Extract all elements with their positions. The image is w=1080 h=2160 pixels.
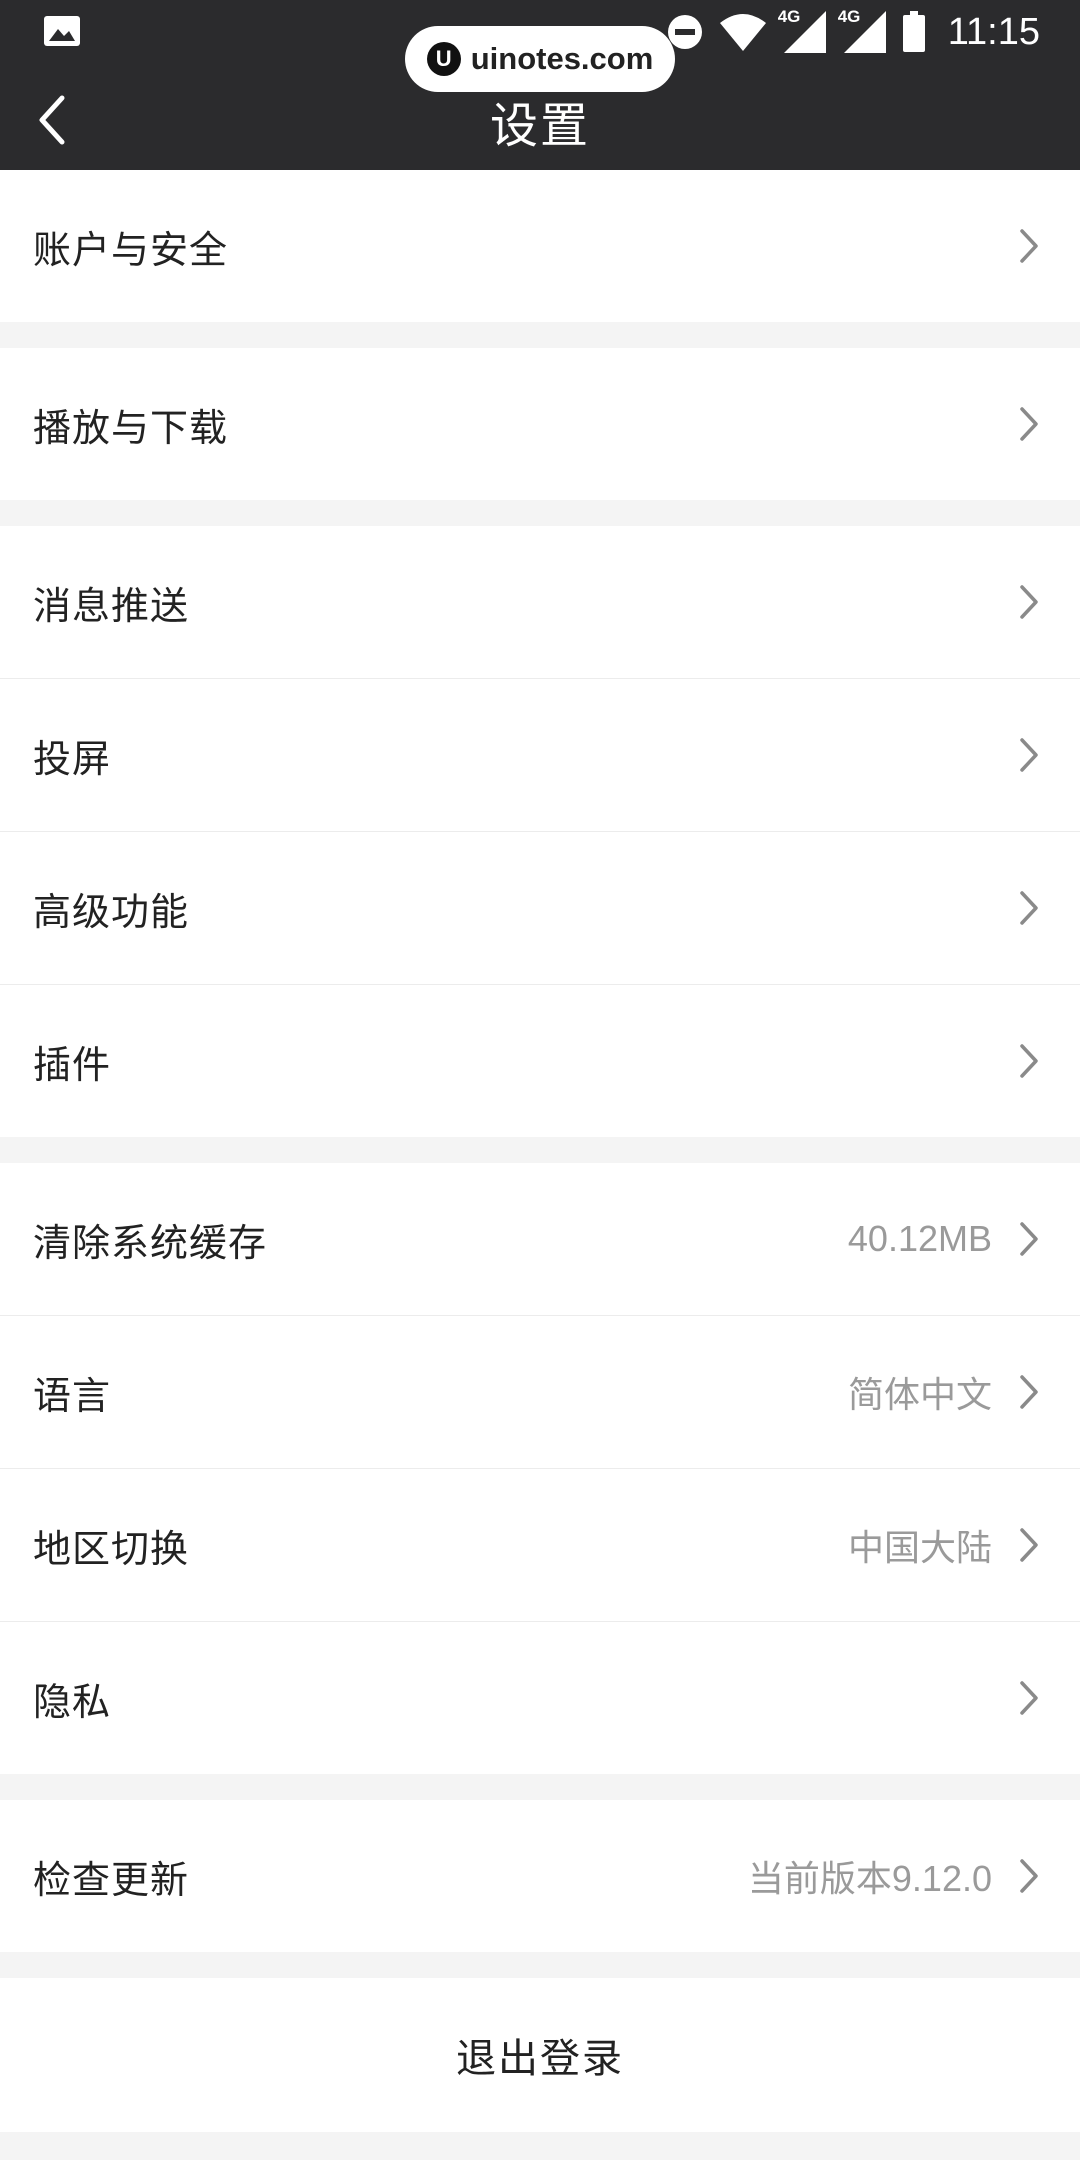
watermark-logo: U — [426, 42, 461, 76]
image-icon — [44, 16, 80, 46]
setting-account-security[interactable]: 账户与安全 — [0, 170, 1080, 322]
chevron-right-icon — [1020, 585, 1038, 619]
setting-label: 投屏 — [33, 736, 112, 781]
chevron-right-icon — [1020, 407, 1038, 441]
settings-list: 账户与安全 播放与下载 消息推送 投屏 高级功能 插件 清除系统缓存 40.12… — [0, 170, 1080, 2132]
chevron-right-icon — [1020, 1222, 1038, 1256]
chevron-right-icon — [1020, 891, 1038, 925]
setting-label: 账户与安全 — [33, 227, 229, 272]
chevron-right-icon — [1020, 229, 1038, 263]
setting-plugins[interactable]: 插件 — [0, 985, 1080, 1137]
setting-label: 检查更新 — [33, 1857, 190, 1902]
setting-value: 40.12MB — [847, 1218, 992, 1259]
setting-label: 消息推送 — [33, 583, 190, 628]
setting-label: 清除系统缓存 — [33, 1220, 268, 1265]
app-header: 4G 4G 11:15 设置 U uinotes.com — [0, 0, 1080, 170]
chevron-right-icon — [1020, 1375, 1038, 1409]
setting-label: 播放与下载 — [33, 405, 229, 450]
setting-label: 插件 — [33, 1042, 112, 1087]
group-divider — [0, 1952, 1080, 1978]
battery-icon — [902, 11, 925, 52]
settings-group: 检查更新 当前版本9.12.0 — [0, 1800, 1080, 1952]
group-divider — [0, 322, 1080, 348]
settings-group: 消息推送 投屏 高级功能 插件 — [0, 526, 1080, 1137]
network-type-1: 4G — [777, 7, 801, 26]
setting-push-notifications[interactable]: 消息推送 — [0, 526, 1080, 679]
chevron-right-icon — [1020, 1044, 1038, 1078]
chevron-right-icon — [1020, 1859, 1038, 1893]
setting-label: 语言 — [33, 1373, 112, 1418]
group-divider — [0, 1137, 1080, 1163]
setting-advanced[interactable]: 高级功能 — [0, 832, 1080, 985]
wifi-icon — [719, 14, 766, 51]
setting-value: 当前版本9.12.0 — [747, 1858, 992, 1899]
chevron-right-icon — [1020, 738, 1038, 772]
setting-label: 高级功能 — [33, 889, 190, 934]
watermark: U uinotes.com — [405, 26, 675, 92]
settings-group: 账户与安全 — [0, 170, 1080, 322]
setting-playback-download[interactable]: 播放与下载 — [0, 348, 1080, 500]
setting-clear-cache[interactable]: 清除系统缓存 40.12MB — [0, 1163, 1080, 1316]
setting-label: 隐私 — [33, 1679, 112, 1724]
group-divider — [0, 500, 1080, 526]
watermark-text: uinotes.com — [470, 41, 654, 76]
network-type-2: 4G — [837, 7, 861, 26]
page-title: 设置 — [489, 98, 590, 154]
chevron-right-icon — [1020, 1681, 1038, 1715]
status-time: 11:15 — [947, 10, 1040, 53]
setting-screen-cast[interactable]: 投屏 — [0, 679, 1080, 832]
setting-value: 简体中文 — [847, 1374, 992, 1415]
chevron-right-icon — [1020, 1528, 1038, 1562]
logout-button[interactable]: 退出登录 — [0, 1978, 1080, 2132]
settings-group: 播放与下载 — [0, 348, 1080, 500]
settings-group: 清除系统缓存 40.12MB 语言 简体中文 地区切换 中国大陆 隐私 — [0, 1163, 1080, 1774]
setting-label: 地区切换 — [33, 1526, 190, 1571]
setting-region[interactable]: 地区切换 中国大陆 — [0, 1469, 1080, 1622]
setting-privacy[interactable]: 隐私 — [0, 1622, 1080, 1774]
setting-language[interactable]: 语言 简体中文 — [0, 1316, 1080, 1469]
group-divider — [0, 1774, 1080, 1800]
setting-value: 中国大陆 — [847, 1527, 992, 1568]
setting-check-update[interactable]: 检查更新 当前版本9.12.0 — [0, 1800, 1080, 1952]
logout-label: 退出登录 — [456, 2036, 624, 2082]
